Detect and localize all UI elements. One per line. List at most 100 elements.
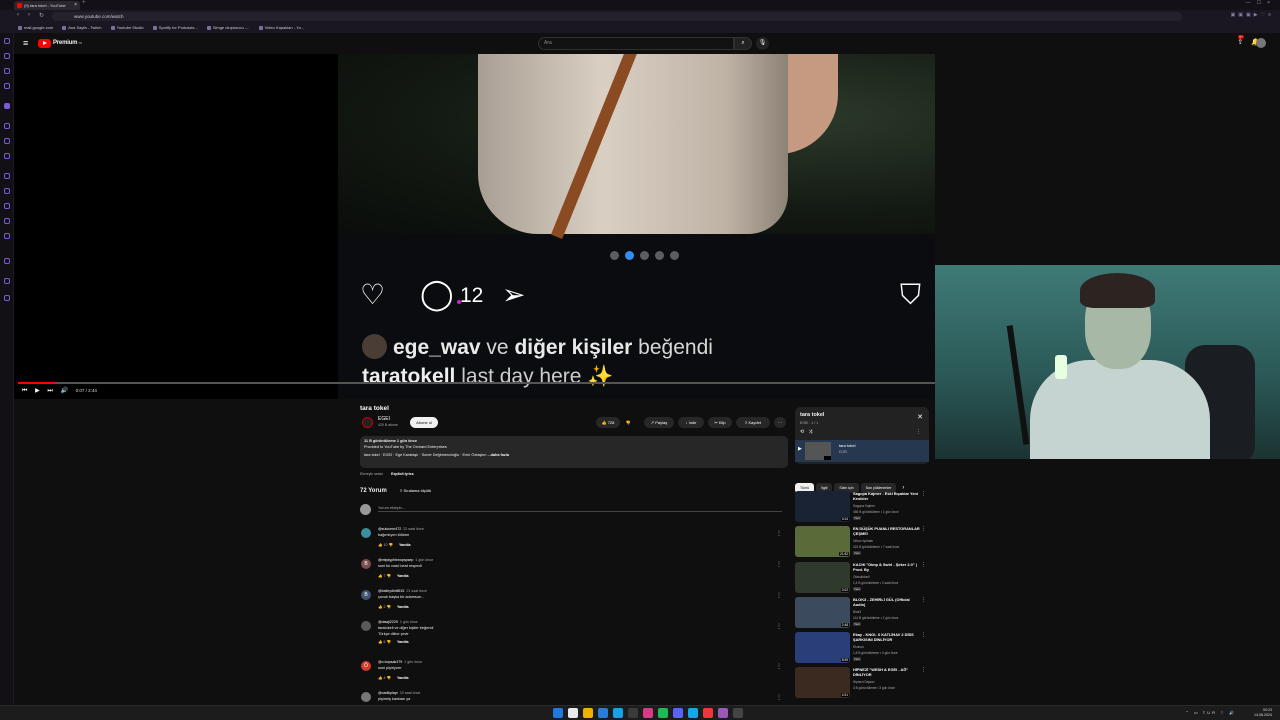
taskbar-app-icon[interactable] (583, 708, 593, 718)
recommendation-channel[interactable]: Ofasulktonil (853, 575, 870, 579)
back-icon[interactable]: ‹ (17, 12, 19, 18)
close-icon[interactable]: ✕ (917, 413, 923, 421)
like-icon[interactable]: 👍 (378, 640, 382, 644)
clock[interactable]: 00:23 14.08.2024 (1254, 708, 1272, 718)
recommendation-more-icon[interactable]: ⋮ (921, 526, 926, 532)
recommendation-title[interactable]: EN DÜŞÜK PUANLI RESTORANLAR ÇEŞME! (853, 526, 921, 536)
comment-input[interactable]: Yorum ekleyin... (378, 506, 782, 512)
sidebar-icon[interactable] (4, 218, 10, 224)
dislike-icon[interactable]: 👎 (386, 676, 390, 680)
comment-avatar[interactable]: B (361, 559, 371, 569)
recommendation-channel[interactable]: Ekuhun (853, 645, 864, 649)
taskbar-app-icon[interactable] (568, 708, 578, 718)
recommendation-thumbnail[interactable]: 4:51 (795, 667, 850, 698)
bookmark[interactable]: Spotify for Podcasts... (153, 25, 198, 30)
share-button[interactable]: ↗ Paylaş (644, 417, 674, 428)
recommendation-thumbnail[interactable]: 8:59 (795, 632, 850, 663)
sidebar-icon[interactable] (4, 53, 10, 59)
reply-button[interactable]: Yanıtla (397, 574, 409, 578)
hamburger-menu-icon[interactable]: ≡ (23, 38, 28, 48)
taskbar-app-icon[interactable] (643, 708, 653, 718)
bookmark[interactable]: Video Kapakları - Yo... (259, 25, 305, 30)
like-icon[interactable]: 👍 (378, 574, 382, 578)
dislike-icon[interactable]: 👎 (624, 417, 632, 428)
taskbar-app-icon[interactable] (703, 708, 713, 718)
bookmark[interactable]: mail.google.com (18, 25, 53, 30)
comment-more-icon[interactable]: ⋮ (776, 663, 782, 670)
recommendation-thumbnail[interactable]: 21:52 (795, 526, 850, 557)
comment-avatar[interactable] (361, 528, 371, 538)
comment-more-icon[interactable]: ⋮ (776, 592, 782, 599)
channel-avatar[interactable] (362, 417, 373, 428)
recommendation-item[interactable]: 4:51 HİPNEZİ "WESH & EGEI - AĞ" DİNLİYOR H… (795, 667, 929, 699)
bookmark[interactable]: Youtube Studio (111, 25, 144, 30)
taskbar-app-icon[interactable] (673, 708, 683, 718)
add-comment[interactable]: Yorum ekleyin... (360, 504, 782, 515)
sidebar-icon[interactable] (4, 153, 10, 159)
like-icon[interactable]: 👍 (378, 543, 382, 547)
recommendation-item[interactable]: 8:59 Ekay - KNGL X KATLİHAV 2 DİSS ŞARKIS… (795, 632, 929, 664)
reload-icon[interactable]: ↻ (39, 12, 44, 19)
playlist-controls[interactable]: ⟲⤨ (800, 429, 816, 435)
comment-more-icon[interactable]: ⋮ (776, 561, 782, 568)
sidebar-icon[interactable] (4, 258, 10, 264)
sidebar-icon[interactable] (4, 83, 10, 89)
comment-avatar[interactable]: B (361, 590, 371, 600)
taskbar-app-icon[interactable] (613, 708, 623, 718)
bookmark[interactable]: Simge oluşturucu -... (207, 25, 250, 30)
like-icon[interactable]: 👍 (378, 605, 382, 609)
channel-name[interactable]: EGEI (378, 416, 390, 422)
comment-avatar[interactable] (361, 692, 371, 702)
progress-bar[interactable] (18, 382, 935, 384)
recommendation-more-icon[interactable]: ⋮ (921, 597, 926, 603)
download-button[interactable]: ↓ İndir (678, 417, 704, 428)
sidebar-icon[interactable] (4, 38, 10, 44)
url-field[interactable]: www.youtube.com/watch (52, 12, 1182, 21)
like-button[interactable]: 👍 728 (596, 417, 620, 428)
volume-icon[interactable]: 🔊 (60, 388, 67, 394)
microphone-icon[interactable]: 🎙 (756, 37, 769, 50)
recommendation-thumbnail[interactable]: 2:48 (795, 597, 850, 628)
reply-button[interactable]: Yanıtla (397, 640, 409, 644)
comment-author-name[interactable]: @mtpsyphbwopspsep (378, 558, 413, 562)
dislike-icon[interactable]: 👎 (386, 640, 390, 644)
taskbar-app-icon[interactable] (598, 708, 608, 718)
account-avatar[interactable] (1256, 38, 1266, 48)
sidebar-icon[interactable] (4, 68, 10, 74)
recommendation-item[interactable]: 21:52 EN DÜŞÜK PUANLI RESTORANLAR ÇEŞME! O… (795, 526, 929, 558)
recommendation-channel[interactable]: Blok3 (853, 610, 861, 614)
reply-button[interactable]: Yanıtla (397, 605, 409, 609)
more-icon[interactable]: ⋮ (916, 429, 921, 435)
sidebar-icon[interactable] (4, 123, 10, 129)
recommendation-more-icon[interactable]: ⋮ (921, 562, 926, 568)
search-icon[interactable]: ⌕ (734, 37, 752, 50)
recommendation-more-icon[interactable]: ⋮ (921, 491, 926, 497)
taskbar-app-icon[interactable] (733, 708, 743, 718)
comment-avatar[interactable]: Ö (361, 661, 371, 671)
sidebar-icon[interactable] (4, 138, 10, 144)
clip-button[interactable]: ✂ Klip (708, 417, 732, 428)
comment-author-name[interactable]: @baileydiniti515 (378, 589, 404, 593)
recommendation-more-icon[interactable]: ⋮ (921, 667, 926, 673)
recommendation-thumbnail[interactable]: 3:24 (795, 491, 850, 522)
show-more-link[interactable]: ...daha fazla (487, 453, 509, 457)
sidebar-icon[interactable] (4, 278, 10, 284)
taskbar-app-icon[interactable] (688, 708, 698, 718)
search-input[interactable]: Ara (538, 37, 734, 50)
comment-author-name[interactable]: @dawji2229 (378, 620, 398, 624)
sidebar-icon[interactable] (4, 188, 10, 194)
sidebar-icon[interactable] (4, 173, 10, 179)
recommendation-item[interactable]: 2:48 BLOK3 - ZEHİRLİ GÜL (Official Audio)… (795, 597, 929, 629)
upload-icon[interactable]: ⇪ (1237, 39, 1251, 46)
reply-button[interactable]: Yanıtla (399, 543, 411, 547)
browser-tab[interactable]: (9) tara tokel - YouTube × (14, 1, 80, 10)
recommendation-item[interactable]: 3:02 KACHI "Dimp & Swirl - Şeker 2.0" | P… (795, 562, 929, 594)
recommendation-more-icon[interactable]: ⋮ (921, 632, 926, 638)
taskbar-app-icon[interactable] (628, 708, 638, 718)
sidebar-icon-active[interactable] (4, 103, 10, 109)
like-icon[interactable]: 👍 (378, 676, 382, 680)
language-indicator[interactable]: TUR (1203, 710, 1217, 715)
recommendation-title[interactable]: Ekay - KNGL X KATLİHAV 2 DİSS ŞARKISINI … (853, 632, 921, 642)
recommendation-channel[interactable]: Hipnezi Dejavu (853, 680, 874, 684)
save-button[interactable]: ≡ Kaydet (736, 417, 770, 428)
